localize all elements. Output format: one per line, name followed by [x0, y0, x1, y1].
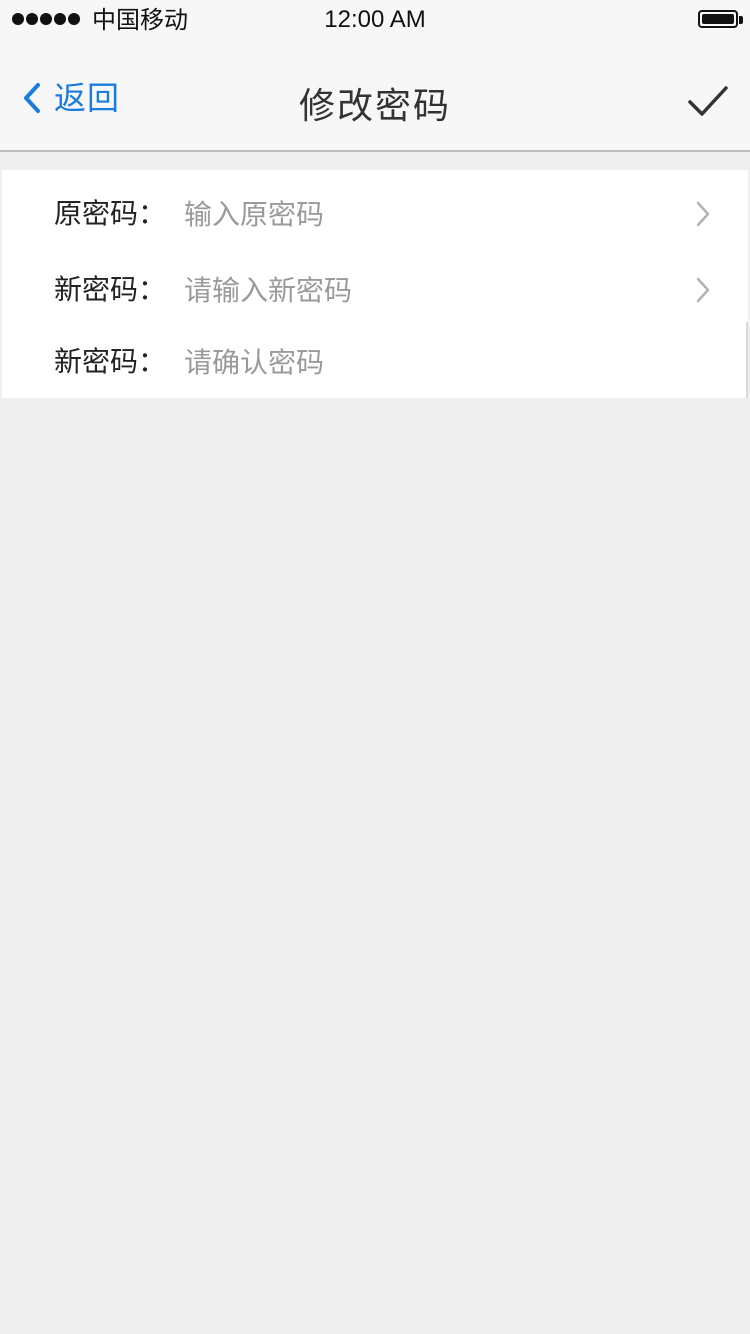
old-password-input[interactable] — [184, 194, 664, 234]
confirm-password-row[interactable]: 新密码： — [2, 332, 748, 392]
status-bar: 中国移动 12:00 AM — [0, 0, 750, 40]
new-password-row[interactable]: 新密码： — [2, 260, 748, 320]
navigation-bar: 返回 修改密码 — [0, 40, 750, 152]
status-time: 12:00 AM — [324, 6, 426, 33]
new-password-label: 新密码： — [54, 273, 167, 306]
checkmark-icon[interactable] — [686, 82, 730, 122]
chevron-right-icon[interactable] — [694, 275, 712, 305]
divider — [746, 322, 748, 398]
confirm-password-label: 新密码： — [54, 345, 167, 378]
old-password-row[interactable]: 原密码： — [2, 184, 748, 244]
chevron-right-icon[interactable] — [694, 199, 712, 229]
old-password-label: 原密码： — [54, 197, 167, 230]
password-form: 原密码： 新密码： 新密码： — [2, 170, 748, 398]
new-password-input[interactable] — [184, 270, 664, 310]
confirm-password-input[interactable] — [184, 342, 664, 382]
page-title: 修改密码 — [298, 86, 451, 127]
battery-full-icon — [698, 10, 743, 28]
